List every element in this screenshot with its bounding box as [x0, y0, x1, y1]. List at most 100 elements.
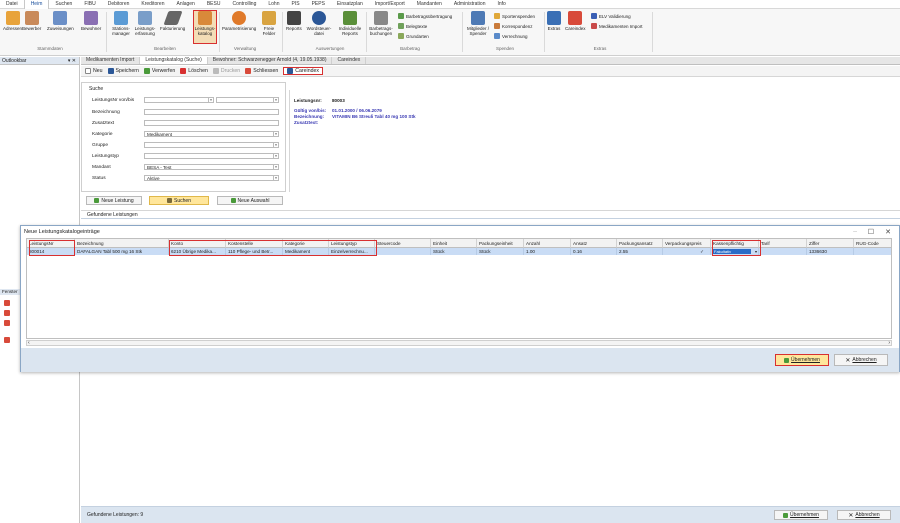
menu-import-export[interactable]: Import/Export — [369, 0, 411, 9]
col-kostenstelle[interactable]: Kostenstelle — [226, 239, 283, 248]
loeschen-button[interactable]: Löschen — [180, 68, 208, 74]
leistungstyp-select[interactable]: ▾ — [144, 153, 279, 159]
adressen-button[interactable]: Adressen — [3, 11, 22, 31]
kassenpflichtig-select[interactable]: Fakultativ — [713, 249, 751, 254]
status-abbrechen-button[interactable]: ✕ Abbrechen — [837, 510, 891, 520]
zusatztext-input[interactable] — [144, 120, 279, 126]
chevron-down-icon[interactable]: ▾ — [208, 98, 213, 103]
cell-ansatz[interactable]: 0.16 — [571, 248, 617, 255]
col-leistungsnr[interactable]: LeistungsNr — [27, 239, 75, 248]
cell-kategorie[interactable]: Medikament — [283, 248, 329, 255]
cell-packungseinheit[interactable]: Stück — [477, 248, 524, 255]
elv-validierung-button[interactable]: ELV Validierung — [591, 13, 631, 19]
window-icon[interactable] — [4, 300, 10, 306]
cell-verpackungspreis-checkbox[interactable]: ✓ — [663, 248, 711, 255]
chevron-down-icon[interactable]: ▾ — [273, 132, 278, 137]
belegtexte-button[interactable]: Belegtexte — [398, 23, 427, 29]
scroll-right-icon[interactable]: › — [888, 340, 890, 346]
speichern-button[interactable]: Speichern — [107, 68, 139, 74]
freie-felder-button[interactable]: Freie Felder — [262, 11, 276, 36]
bewohner-button[interactable]: Bewohner — [81, 11, 101, 31]
barbetragsuebertragung-button[interactable]: Barbetragsübertragung — [398, 13, 452, 19]
col-kategorie[interactable]: Kategorie — [283, 239, 329, 248]
reports-button[interactable]: Reports — [286, 11, 302, 31]
menu-controlling[interactable]: Controlling — [226, 0, 262, 9]
zuweisungen-button[interactable]: Zuweisungen — [47, 11, 74, 31]
pin-icon[interactable]: ▾ ✕ — [68, 57, 76, 64]
leistungskatalog-button[interactable]: Leistungs- katalog — [193, 10, 217, 44]
cell-tarif[interactable] — [759, 248, 807, 255]
menu-mandanten[interactable]: Mandanten — [411, 0, 448, 9]
col-kassenpflichtig[interactable]: Kassenpflichtig — [711, 239, 759, 248]
leistungsnr-von-input[interactable]: ▾ — [144, 97, 214, 103]
chevron-down-icon[interactable]: ▾ — [273, 143, 278, 148]
leistungserfassung-button[interactable]: Leistungs- erfassung — [134, 11, 156, 36]
col-leistungstyp[interactable]: Leistungstyp — [329, 239, 375, 248]
mitglieder-spender-button[interactable]: Mitglieder / Spender — [465, 11, 491, 36]
chevron-down-icon[interactable]: ▾ — [273, 154, 278, 159]
menu-datei[interactable]: Datei — [0, 0, 24, 9]
menu-debitoren[interactable]: Debitoren — [102, 0, 136, 9]
cell-anzahl[interactable]: 1.00 — [524, 248, 571, 255]
fakturierung-button[interactable]: Fakturierung — [160, 11, 185, 31]
barbetragsbuchungen-button[interactable]: Barbetrags- buchungen — [368, 11, 394, 36]
col-ansatz[interactable]: Ansatz — [571, 239, 617, 248]
cell-steuercode[interactable] — [375, 248, 431, 255]
cell-rug-code[interactable] — [854, 248, 891, 255]
menu-kreditoren[interactable]: Kreditoren — [135, 0, 170, 9]
menu-heim[interactable]: Heim — [23, 0, 50, 9]
col-einheit[interactable]: Einheit — [431, 239, 477, 248]
bezeichnung-input[interactable] — [144, 109, 279, 115]
kategorie-select[interactable]: Medikament ▾ — [144, 131, 279, 137]
verwerfen-button[interactable]: Verwerfen — [143, 68, 175, 74]
cell-leistungsnr[interactable]: 800014 — [27, 248, 75, 255]
careindex-button[interactable]: Careindex — [283, 67, 323, 75]
suchen-button[interactable]: Suchen — [149, 196, 209, 205]
verrechnung-button[interactable]: Verrechnung — [494, 33, 528, 39]
neue-auswahl-button[interactable]: Neue Auswahl — [217, 196, 283, 205]
menu-info[interactable]: Info — [492, 0, 512, 9]
wordsteuerdatei-button[interactable]: Wordsteuer- datei — [306, 11, 332, 36]
cell-kassenpflichtig[interactable]: Fakultativ ▾ — [711, 248, 759, 255]
cell-kostenstelle[interactable]: 110 Pflege- und Betr... — [226, 248, 283, 255]
menu-suchen[interactable]: Suchen — [49, 0, 78, 9]
col-verpackungspreis[interactable]: Verpackungspreis — [663, 239, 711, 248]
tab-bewohner[interactable]: Bewohner: Schwarzenegger Arnold (4, 19.0… — [208, 57, 333, 64]
col-rug-code[interactable]: RUG-Code — [854, 239, 891, 248]
chevron-down-icon[interactable]: ▾ — [273, 165, 278, 170]
col-packungsansatz[interactable]: Packungsansatz — [617, 239, 663, 248]
maximize-icon[interactable]: ☐ — [868, 228, 874, 236]
col-bezeichnung[interactable]: Bezeichnung — [75, 239, 169, 248]
col-packungseinheit[interactable]: Packungseinheit — [477, 239, 524, 248]
menu-fibu[interactable]: FIBU — [78, 0, 101, 9]
menu-administration[interactable]: Administration — [448, 0, 492, 9]
mandant-select[interactable]: BESA - Test ▾ — [144, 164, 279, 170]
col-tarif[interactable]: Tarif — [759, 239, 807, 248]
window-icon[interactable] — [4, 337, 10, 343]
neue-leistung-button[interactable]: Neue Leistung — [86, 196, 142, 205]
drucken-button[interactable]: Drucken — [212, 68, 240, 74]
menu-einsatzplan[interactable]: Einsatzplan — [331, 0, 369, 9]
menu-lohn[interactable]: Lohn — [262, 0, 285, 9]
scroll-left-icon[interactable]: ‹ — [28, 340, 30, 346]
korrespondenz-button[interactable]: Korrespondenz — [494, 23, 533, 29]
cell-leistungstyp[interactable]: Einzelverrechnu... — [329, 248, 375, 255]
tab-leistungskatalog[interactable]: Leistungskatalog (Suche) — [140, 57, 208, 64]
cell-bezeichnung[interactable]: DAFALGAN Tabl 500 mg 16 Stk — [75, 248, 169, 255]
col-anzahl[interactable]: Anzahl — [524, 239, 571, 248]
chevron-down-icon[interactable]: ▾ — [755, 248, 757, 255]
cell-konto[interactable]: 6210 Übrige Medika... — [169, 248, 226, 255]
col-steuercode[interactable]: Steuercode — [375, 239, 431, 248]
chevron-down-icon[interactable]: ▾ — [273, 98, 278, 103]
leistungsnr-bis-input[interactable]: ▾ — [216, 97, 279, 103]
extras-button[interactable]: Extras — [547, 11, 561, 31]
menu-besu[interactable]: BESU — [201, 0, 227, 9]
medikamenten-import-button[interactable]: Medikamenten Import — [591, 23, 643, 29]
bewerber-button[interactable]: Bewerber — [22, 11, 41, 31]
careindex-ribbon-button[interactable]: Careindex — [565, 11, 586, 31]
status-select[interactable]: Aktive ▾ — [144, 175, 279, 181]
tab-medikamenten-import[interactable]: Medikamenten Import — [81, 57, 141, 64]
gruppe-select[interactable]: ▾ — [144, 142, 279, 148]
close-icon[interactable]: ✕ — [885, 228, 891, 236]
window-icon[interactable] — [4, 320, 10, 326]
